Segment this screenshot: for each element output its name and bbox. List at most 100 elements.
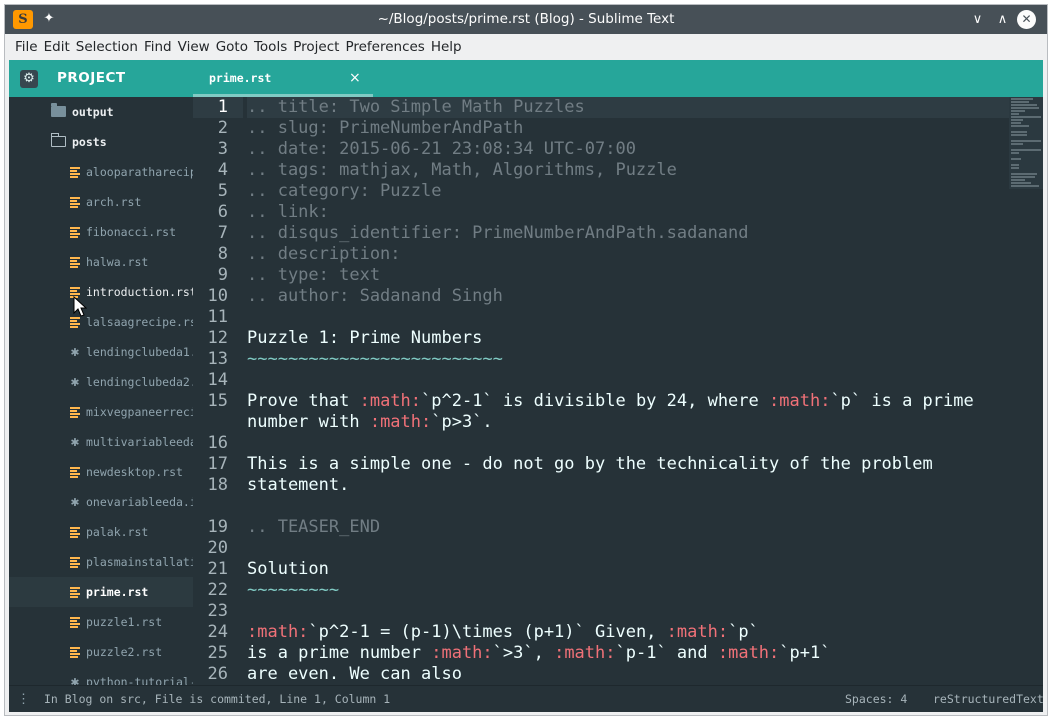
code-line[interactable]: ~~~~~~~~~: [247, 580, 1009, 601]
minimap-line: [1011, 164, 1019, 166]
menu-help[interactable]: Help: [428, 34, 465, 60]
asterisk-file-icon: ✱: [70, 344, 80, 360]
sidebar-file[interactable]: lalsaagrecipe.rs: [9, 307, 193, 337]
menu-tools[interactable]: Tools: [251, 34, 290, 60]
code-token: :math:: [717, 643, 780, 663]
menu-selection[interactable]: Selection: [73, 34, 141, 60]
minimap-line: [1011, 110, 1025, 112]
code-line[interactable]: number with :math:`p>3`.: [247, 412, 1009, 433]
sidebar-file[interactable]: halwa.rst: [9, 247, 193, 277]
chevron-up-icon[interactable]: ∧: [993, 10, 1012, 29]
code-token: :math:: [769, 391, 831, 411]
code-line[interactable]: .. type: text: [247, 265, 1009, 286]
code-line[interactable]: .. TEASER_END: [247, 517, 1009, 538]
status-bar: ⋮ In Blog on src, File is commited, Line…: [9, 685, 1044, 713]
code-line[interactable]: .. tags: mathjax, Math, Algorithms, Puzz…: [247, 160, 1009, 181]
code-token: :math:: [247, 622, 309, 642]
menu-find[interactable]: Find: [141, 34, 175, 60]
sidebar-file[interactable]: plasmainstallati: [9, 547, 193, 577]
sidebar-file[interactable]: ✱ python-tutorial-: [9, 667, 193, 685]
sidebar-folder[interactable]: output: [9, 97, 193, 127]
sidebar-file[interactable]: newdesktop.rst: [9, 457, 193, 487]
sidebar-file[interactable]: puzzle2.rst: [9, 637, 193, 667]
tree-label: arch.rst: [86, 195, 142, 209]
minimap[interactable]: [1009, 97, 1043, 189]
code-line[interactable]: Puzzle 1: Prime Numbers: [247, 328, 1009, 349]
line-number: 5: [217, 181, 228, 201]
line-number: 18: [207, 475, 228, 495]
code-line[interactable]: .. date: 2015-06-21 23:08:34 UTC-07:00: [247, 139, 1009, 160]
code-line[interactable]: are even. We can also: [247, 664, 1009, 685]
line-number: 10: [207, 286, 228, 306]
sidebar-file[interactable]: palak.rst: [9, 517, 193, 547]
sidebar-file[interactable]: puzzle1.rst: [9, 607, 193, 637]
line-number: 19: [207, 517, 228, 537]
sidebar-file[interactable]: fibonacci.rst: [9, 217, 193, 247]
menu-dots-icon[interactable]: ⋮: [17, 686, 30, 713]
code-line[interactable]: .. link:: [247, 202, 1009, 223]
sidebar-file[interactable]: ✱ lendingclubeda1.: [9, 337, 193, 367]
indentation-setting[interactable]: Spaces: 4: [845, 686, 907, 713]
syntax-setting[interactable]: reStructuredText: [933, 686, 1044, 713]
menu-bar: File Edit Selection Find View Goto Tools…: [5, 34, 1047, 60]
sidebar-file[interactable]: alooparatharecip: [9, 157, 193, 187]
code-line[interactable]: [247, 433, 1009, 454]
tree-label: posts: [72, 135, 107, 149]
tab-prime-rst[interactable]: prime.rst ×: [193, 60, 373, 97]
code-token: :math:: [431, 643, 493, 663]
code-line[interactable]: [247, 601, 1009, 622]
minimap-line: [1011, 104, 1037, 106]
code-line[interactable]: Prove that :math:`p^2-1` is divisible by…: [247, 391, 1009, 412]
sidebar: ⚙ PROJECT output posts alooparatharecip arc…: [9, 60, 193, 685]
close-icon[interactable]: ✕: [1017, 10, 1036, 29]
text-file-icon: [70, 617, 80, 628]
code-token: `>3`,: [492, 643, 555, 663]
chevron-down-icon[interactable]: ∨: [968, 10, 987, 29]
menu-file[interactable]: File: [12, 34, 41, 60]
menu-view[interactable]: View: [175, 34, 213, 60]
sidebar-header: ⚙ PROJECT: [9, 60, 193, 97]
code-line[interactable]: .. description:: [247, 244, 1009, 265]
menu-edit[interactable]: Edit: [41, 34, 73, 60]
minimap-line: [1011, 101, 1029, 103]
code-line[interactable]: statement.: [247, 475, 1009, 496]
code-token: .. category: Puzzle: [247, 181, 442, 201]
line-number: 21: [207, 559, 228, 579]
close-icon[interactable]: ×: [349, 60, 361, 97]
code-line[interactable]: [247, 370, 1009, 391]
editor[interactable]: 1 2 3 4 5 6 7 8 9 10 11 12 13 14 15 16 17 18 19 20 21 22 23 24 2…: [193, 97, 1043, 685]
line-number: [193, 412, 243, 433]
code-line[interactable]: Solution: [247, 559, 1009, 580]
code-line[interactable]: is a prime number :math:`>3`, :math:`p-1…: [247, 643, 1009, 664]
menu-preferences[interactable]: Preferences: [342, 34, 427, 60]
gear-icon[interactable]: ⚙: [20, 70, 38, 88]
sidebar-file[interactable]: ✱ multivariableeda: [9, 427, 193, 457]
code-line[interactable]: .. category: Puzzle: [247, 181, 1009, 202]
minimap-line: [1011, 131, 1027, 133]
code-line[interactable]: [247, 307, 1009, 328]
sidebar-folder[interactable]: posts: [9, 127, 193, 157]
code-token: `p^2-1` is divisible by 24, where: [421, 391, 770, 411]
sidebar-file[interactable]: ✱ lendingclubeda2.: [9, 367, 193, 397]
code-line[interactable]: [247, 496, 1009, 517]
code-line[interactable]: .. author: Sadanand Singh: [247, 286, 1009, 307]
sidebar-file[interactable]: prime.rst: [9, 577, 193, 607]
menu-project[interactable]: Project: [290, 34, 342, 60]
sidebar-file[interactable]: ✱ onevariableeda.i: [9, 487, 193, 517]
code-line[interactable]: This is a simple one - do not go by the …: [247, 454, 1009, 475]
status-text: In Blog on src, File is commited, Line 1…: [44, 692, 391, 706]
line-number-gutter: 1 2 3 4 5 6 7 8 9 10 11 12 13 14 15 16 17 18 19 20 21 22 23 24 2…: [193, 97, 243, 685]
code-line[interactable]: [247, 538, 1009, 559]
sidebar-file[interactable]: mixvegpaneerreci: [9, 397, 193, 427]
menu-goto[interactable]: Goto: [213, 34, 251, 60]
code-area[interactable]: .. title: Two Simple Math Puzzles.. slug…: [247, 97, 1009, 685]
code-line[interactable]: .. disqus_identifier: PrimeNumberAndPath…: [247, 223, 1009, 244]
tree-label: halwa.rst: [86, 255, 149, 269]
code-line[interactable]: :math:`p^2-1 = (p-1)\times (p+1)` Given,…: [247, 622, 1009, 643]
code-line[interactable]: .. slug: PrimeNumberAndPath: [247, 118, 1009, 139]
sidebar-file[interactable]: introduction.rst: [9, 277, 193, 307]
minimap-line: [1011, 173, 1037, 175]
code-line[interactable]: ~~~~~~~~~~~~~~~~~~~~~~~~~: [247, 349, 1009, 370]
code-line[interactable]: .. title: Two Simple Math Puzzles: [247, 97, 1009, 118]
sidebar-file[interactable]: arch.rst: [9, 187, 193, 217]
